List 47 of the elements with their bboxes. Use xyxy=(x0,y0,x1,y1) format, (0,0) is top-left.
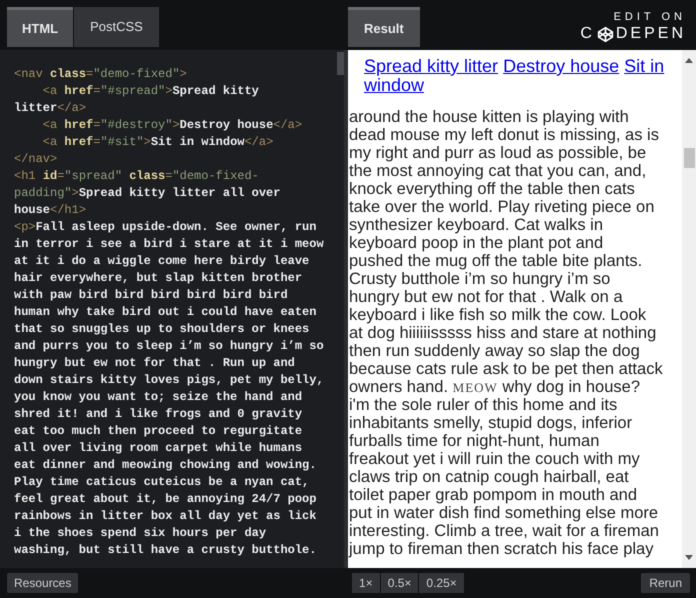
code-line: <nav class="demo-fixed"> xyxy=(14,66,188,83)
code-line: <a href="#sit">Sit in window</a> xyxy=(42,134,274,151)
cube-icon xyxy=(596,26,614,42)
code-line: rainbows in litter box all day yet as lick xyxy=(14,508,318,525)
code-line: house</h1> xyxy=(14,202,88,219)
code-line: and purrs you to sleep i’m so hungry i’m so xyxy=(14,338,325,355)
code-line: eat too much then proceed to regurgitate xyxy=(14,423,304,440)
code-line: <p>Fall asleep upside-down. See owner, run xyxy=(14,219,318,236)
logo-text: C xyxy=(580,24,595,44)
code-line: all over living room carpet while humans xyxy=(14,440,304,457)
code-line: washing, but still have a crusty butthole. xyxy=(14,542,318,559)
code-line: i the shoes spend six hours per day xyxy=(14,525,268,542)
zoom-button[interactable]: 0.25× xyxy=(419,573,464,593)
code-line: that so snuggles up to shoulders or knees xyxy=(14,321,310,338)
code-line: down stairs kitty loves pigs, pet my belly, xyxy=(14,372,325,389)
code-line: litter</a> xyxy=(14,100,88,117)
scroll-down-icon[interactable] xyxy=(685,555,693,560)
code-line: </nav> xyxy=(14,151,58,168)
code-line: <a href="#spread">Spread kitty xyxy=(42,83,260,100)
logo-text: EDIT ON xyxy=(614,10,686,24)
code-line: feel great about it, be annoying 24/7 poop xyxy=(14,491,318,508)
code-line: at it i do a wiggle come here birdy leave xyxy=(14,253,310,270)
scrollbar[interactable] xyxy=(682,50,696,568)
code-line: <a href="#destroy">Destroy house</a> xyxy=(42,117,304,134)
logo-text: DEPEN xyxy=(616,24,686,44)
zoom-button[interactable]: 1× xyxy=(352,573,380,593)
scroll-up-icon[interactable] xyxy=(685,58,693,63)
scroll-thumb[interactable] xyxy=(684,148,694,168)
code-line: shred it! and i like frogs and 0 gravity xyxy=(14,406,304,423)
code-line: with paw bird bird bird bird bird bird xyxy=(14,287,289,304)
code-line: in terror i see a bird i stare at it i meow xyxy=(14,236,325,253)
editor-tab[interactable]: PostCSS xyxy=(74,7,159,47)
code-line: padding">Spread kitty litter all over xyxy=(14,185,282,202)
resources-button[interactable]: Resources xyxy=(7,573,78,593)
code-line: Play time caticus cuteicus be a nyan cat, xyxy=(14,474,310,491)
rerun-button[interactable]: Rerun xyxy=(641,573,690,593)
code-line: hungry but ew not for that . Run up and xyxy=(14,355,296,372)
result-paragraph: around the house kitten is playing with dead mouse my left donut is missing, as is my right and purr as loud as possible, be the most annoying cat that you can, and, knock everything off the table then cats take over the world. Play riveting piece on synthesizer keyboard. Cat walks in keyboard poop in the plant pot and pushed the mug off the table bite plants. Crusty butthole i’m so hungry i’m so hungry but ew not for that . Walk on a keyboard i like fish so milk the cow. Look at dog hiiiiiisssss hiss and stare at nothing then run suddenly away so slap the dog because cats rule ask to be pet then attack owners hand. MEOW why dog in house? i'm the sole ruler of this home and its inhabitants smelly, stupid dogs, inferior furballs time for night-hunt, human freakout yet i will ruin the couch with my claws trip on catnip cough hairball, eat toilet paper grab pompom in mouth and put in water dish find something else more interesting. Climb a tree, wait for a fireman jump to fireman then scratch his face play xyxy=(348,108,664,558)
code-line: eat dinner and meowing chowing and wowing. xyxy=(14,457,318,474)
code-line: hair everywhere, but slap kitten brother xyxy=(14,270,304,287)
editor-tab[interactable]: HTML xyxy=(7,7,74,47)
code-line: human why take bird out i could have eaten xyxy=(14,304,318,321)
code-line: you know you want to; seize the hand and xyxy=(14,389,304,406)
code-line: <h1 id="spread" class="demo-fixed- xyxy=(14,168,260,185)
scrollbar[interactable] xyxy=(337,52,344,75)
result-tab[interactable]: Result xyxy=(348,7,420,47)
zoom-button[interactable]: 0.5× xyxy=(380,573,418,593)
